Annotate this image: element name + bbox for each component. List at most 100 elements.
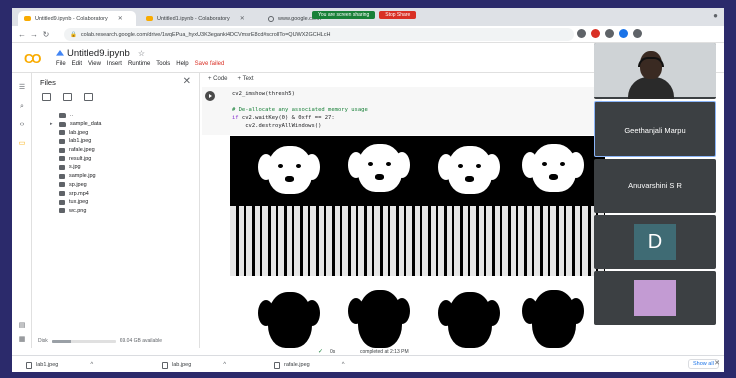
menu-file[interactable]: File bbox=[56, 61, 66, 67]
file-item[interactable]: s.jpg bbox=[50, 163, 102, 172]
command-palette-icon[interactable]: ▦ bbox=[17, 335, 27, 343]
file-icon bbox=[59, 191, 65, 197]
stop-share-button[interactable]: Stop Share bbox=[379, 10, 417, 19]
file-name: .. bbox=[70, 112, 74, 119]
colab-favicon-icon bbox=[146, 16, 153, 21]
code-cell[interactable]: cv2_imshow(thresh5) # De-allocate any as… bbox=[202, 87, 602, 135]
screen-share-banner: You are screen sharing Stop Share bbox=[312, 10, 417, 19]
run-cell-icon[interactable] bbox=[205, 91, 215, 101]
screen-share-message: You are screen sharing bbox=[312, 10, 376, 19]
folder-icon[interactable]: ▭ bbox=[17, 139, 27, 147]
chevron-up-icon[interactable]: ^ bbox=[90, 362, 93, 368]
file-item[interactable]: tux.jpeg bbox=[50, 198, 102, 207]
file-icon bbox=[59, 199, 65, 205]
star-icon[interactable]: ☆ bbox=[138, 49, 145, 58]
avatar bbox=[634, 280, 676, 316]
file-icon bbox=[59, 147, 65, 153]
disk-usage-bar bbox=[51, 339, 116, 343]
file-item[interactable]: lab1.jpeg bbox=[50, 137, 102, 146]
file-item[interactable]: rafale.jpeg bbox=[50, 146, 102, 155]
drive-icon bbox=[56, 50, 64, 56]
lock-icon: 🔒 bbox=[70, 31, 77, 38]
file-icon bbox=[59, 182, 65, 188]
file-name: lab1.jpeg bbox=[69, 138, 92, 145]
upload-icon[interactable] bbox=[42, 93, 51, 101]
file-item[interactable]: sp.jpeg bbox=[50, 181, 102, 190]
chevron-up-icon[interactable]: ^ bbox=[223, 362, 226, 368]
extension-icon[interactable] bbox=[633, 29, 642, 38]
disk-usage: Disk 69.04 GB available bbox=[38, 338, 162, 344]
participant-tile-anuvarshini[interactable]: Anuvarshini S R bbox=[594, 159, 716, 213]
participant-tile-geethanjali[interactable]: Geethanjali Marpu bbox=[594, 101, 716, 157]
threshold-image-top bbox=[230, 136, 605, 276]
file-item[interactable]: wc.png bbox=[50, 207, 102, 216]
file-item[interactable]: result.jpg bbox=[50, 154, 102, 163]
download-shelf: lab1.jpeg ^ lab.jpeg ^ rafale.jpeg ^ Sho… bbox=[12, 355, 724, 372]
extension-icon[interactable] bbox=[605, 29, 614, 38]
participant-tile-purple[interactable] bbox=[594, 271, 716, 325]
close-tab-icon[interactable]: ✕ bbox=[118, 15, 123, 22]
opera-icon[interactable] bbox=[591, 29, 600, 38]
code-snippets-icon[interactable]: ‹› bbox=[17, 121, 27, 128]
add-text-button[interactable]: + Text bbox=[238, 76, 254, 82]
folder-item[interactable]: ▸ sample_data bbox=[50, 120, 102, 129]
window-menu-icon[interactable]: ● bbox=[713, 11, 718, 20]
file-name: tux.jpeg bbox=[69, 199, 89, 206]
reload-icon[interactable]: ↻ bbox=[40, 30, 52, 39]
mount-drive-icon[interactable] bbox=[84, 93, 93, 101]
cell-toolbar: + Code + Text bbox=[208, 76, 254, 82]
file-tree: .. ▸ sample_data lab.jpeg lab1.jpeg rafale.jp… bbox=[50, 111, 102, 215]
download-item[interactable]: lab1.jpeg ^ bbox=[26, 360, 93, 370]
folder-item[interactable]: .. bbox=[50, 111, 102, 120]
extension-icon[interactable] bbox=[619, 29, 628, 38]
menu-insert[interactable]: Insert bbox=[107, 61, 122, 67]
file-icon bbox=[59, 173, 65, 179]
search-icon[interactable]: ⌕ bbox=[17, 103, 27, 111]
notebook-title[interactable]: Untitled9.ipynb ☆ bbox=[56, 48, 145, 59]
file-name: sp.jpeg bbox=[69, 181, 87, 188]
menu-view[interactable]: View bbox=[88, 61, 101, 67]
close-icon[interactable]: ✕ bbox=[183, 76, 191, 87]
download-item[interactable]: lab.jpeg ^ bbox=[162, 360, 226, 370]
tab-label: Untitled9.ipynb - Colaboratory bbox=[35, 15, 108, 22]
save-failed-status[interactable]: Save failed bbox=[195, 61, 225, 67]
download-item[interactable]: rafale.jpeg ^ bbox=[274, 360, 345, 370]
extensions-row bbox=[577, 29, 642, 38]
menu-edit[interactable]: Edit bbox=[72, 61, 82, 67]
participant-name: Anuvarshini S R bbox=[628, 181, 682, 190]
terminal-icon[interactable]: ▤ bbox=[17, 321, 27, 329]
folder-icon bbox=[59, 121, 66, 127]
add-code-button[interactable]: + Code bbox=[208, 76, 228, 82]
chevron-up-icon[interactable]: ^ bbox=[342, 362, 345, 368]
colab-logo-icon[interactable]: CO bbox=[24, 51, 41, 66]
file-name: sample_data bbox=[70, 121, 102, 128]
address-bar: ← → ↻ 🔒 colab.research.google.com/drive/… bbox=[12, 26, 724, 43]
close-icon[interactable]: ✕ bbox=[714, 359, 720, 367]
tab-untitled9[interactable]: Untitled9.ipynb - Colaboratory ✕ bbox=[18, 11, 136, 26]
code-line: cv2_imshow(thresh5) bbox=[232, 91, 295, 97]
menu-help[interactable]: Help bbox=[176, 61, 188, 67]
participant-video-tile[interactable] bbox=[594, 43, 716, 99]
toc-icon[interactable]: ☰ bbox=[17, 83, 27, 91]
code-editor[interactable]: cv2_imshow(thresh5) # De-allocate any as… bbox=[232, 90, 368, 130]
forward-icon[interactable]: → bbox=[28, 30, 40, 39]
chevron-right-icon[interactable]: ▸ bbox=[50, 121, 55, 127]
tab-untitled1[interactable]: Untitled1.ipynb - Colaboratory ✕ bbox=[140, 11, 258, 26]
url-input[interactable]: 🔒 colab.research.google.com/drive/1wqEPu… bbox=[64, 28, 574, 41]
menu-runtime[interactable]: Runtime bbox=[128, 61, 150, 67]
file-item[interactable]: lab.jpeg bbox=[50, 128, 102, 137]
back-icon[interactable]: ← bbox=[16, 30, 28, 39]
menu-tools[interactable]: Tools bbox=[156, 61, 170, 67]
file-item[interactable]: sample.jpg bbox=[50, 172, 102, 181]
refresh-icon[interactable] bbox=[63, 93, 72, 101]
participant-tile-d[interactable]: D bbox=[594, 215, 716, 269]
download-filename: rafale.jpeg bbox=[284, 362, 310, 368]
file-name: rafale.jpeg bbox=[69, 147, 95, 154]
file-name: wc.png bbox=[69, 207, 87, 214]
code-line: cv2.destroyAllWindows() bbox=[232, 123, 322, 129]
file-name: result.jpg bbox=[69, 155, 92, 162]
file-actions bbox=[42, 93, 93, 101]
file-item[interactable]: srp.mp4 bbox=[50, 189, 102, 198]
close-tab-icon[interactable]: ✕ bbox=[240, 15, 245, 22]
extension-icon[interactable] bbox=[577, 29, 586, 38]
